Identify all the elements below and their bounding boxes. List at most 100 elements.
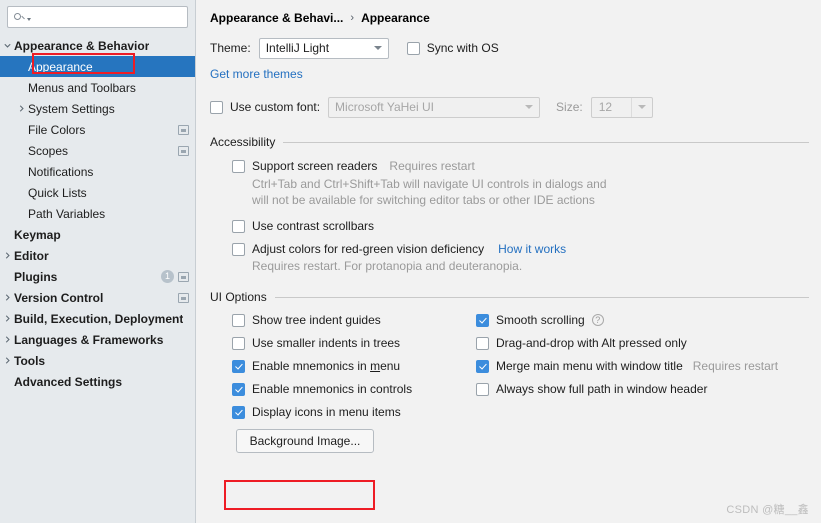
breadcrumb-current: Appearance <box>361 11 430 25</box>
smooth-scrolling-checkbox[interactable] <box>476 313 489 327</box>
use-smaller-indents-in-trees-checkbox[interactable] <box>232 336 245 350</box>
project-scope-icon[interactable] <box>178 145 189 156</box>
screen-readers-description-line1: Ctrl+Tab and Ctrl+Shift+Tab will navigat… <box>252 177 607 191</box>
search-icon <box>13 11 26 24</box>
ui-options-section-header: UI Options <box>210 289 809 305</box>
sync-with-os-row[interactable]: Sync with OS <box>406 41 499 55</box>
support-screen-readers-checkbox[interactable] <box>232 159 245 173</box>
sidebar-item-label: Appearance <box>28 59 93 74</box>
show-tree-indent-guides-checkbox[interactable] <box>232 313 245 327</box>
custom-font-select[interactable]: Microsoft YaHei UI <box>328 96 541 118</box>
enable-mnemonics-in-controls-checkbox[interactable] <box>232 382 245 396</box>
enable-mnemonics-in-menu-checkbox[interactable] <box>232 359 245 373</box>
help-icon[interactable]: ? <box>591 314 604 326</box>
contrast-scrollbars-checkbox[interactable] <box>232 219 245 233</box>
sidebar-item-label: Appearance & Behavior <box>14 38 150 53</box>
project-scope-icon[interactable] <box>178 271 189 282</box>
how-it-works-link[interactable]: How it works <box>498 242 566 256</box>
chevron-right-icon[interactable] <box>0 293 14 302</box>
sidebar-item-tools[interactable]: Tools <box>0 350 195 371</box>
font-size-select[interactable]: 12 <box>590 96 653 118</box>
sidebar-item-label: System Settings <box>28 101 115 116</box>
sidebar-item-languages-frameworks[interactable]: Languages & Frameworks <box>0 329 195 350</box>
chevron-right-icon[interactable] <box>14 104 28 113</box>
background-image-button[interactable]: Background Image... <box>236 429 374 453</box>
chevron-right-icon[interactable] <box>0 314 14 323</box>
breadcrumb: Appearance & Behavi... › Appearance <box>210 0 809 31</box>
sidebar-item-file-colors[interactable]: File Colors <box>0 119 195 140</box>
sidebar-item-label: Editor <box>14 248 49 263</box>
chevron-right-icon[interactable] <box>0 356 14 365</box>
settings-dialog: Appearance & Behavior Appearance Menus and… <box>0 0 821 523</box>
get-more-themes-link[interactable]: Get more themes <box>210 67 303 81</box>
project-scope-icon[interactable] <box>178 292 189 303</box>
sidebar-item-label: Menus and Toolbars <box>28 80 136 95</box>
font-size-select-value: 12 <box>598 100 613 114</box>
merge-main-menu-with-window-title-checkbox[interactable] <box>476 359 489 373</box>
sidebar-item-appearance-behavior[interactable]: Appearance & Behavior <box>0 35 195 56</box>
theme-select[interactable]: IntelliJ Light <box>258 37 389 59</box>
background-image-row: Background Image... <box>210 429 809 453</box>
sidebar-item-build-execution-deployment[interactable]: Build, Execution, Deployment <box>0 308 195 329</box>
custom-font-select-value: Microsoft YaHei UI <box>335 100 434 114</box>
support-screen-readers-label: Support screen readers <box>252 159 378 173</box>
sync-with-os-label: Sync with OS <box>426 41 499 55</box>
always-show-full-path-in-window-header-row[interactable]: Always show full path in window header <box>476 382 809 396</box>
display-icons-in-menu-items-checkbox[interactable] <box>232 405 245 419</box>
enable-mnemonics-in-controls-row[interactable]: Enable mnemonics in controls <box>232 382 476 396</box>
chevron-down-icon <box>519 105 539 109</box>
screen-readers-description-line2: will not be available for switching edit… <box>252 193 595 207</box>
sidebar-item-keymap[interactable]: Keymap <box>0 224 195 245</box>
sidebar-item-version-control[interactable]: Version Control <box>0 287 195 308</box>
chevron-down-icon[interactable] <box>0 41 14 50</box>
sidebar-item-plugins[interactable]: Plugins 1 <box>0 266 195 287</box>
get-more-themes-row: Get more themes <box>210 66 809 82</box>
show-tree-indent-guides-row[interactable]: Show tree indent guides <box>232 313 476 327</box>
sidebar-item-label: Languages & Frameworks <box>14 332 164 347</box>
sidebar-item-quick-lists[interactable]: Quick Lists <box>0 182 195 203</box>
sidebar-item-label: Quick Lists <box>28 185 87 200</box>
contrast-scrollbars-row[interactable]: Use contrast scrollbars <box>210 219 809 233</box>
section-divider <box>283 141 809 143</box>
breadcrumb-parent[interactable]: Appearance & Behavi... <box>210 11 343 25</box>
drag-and-drop-with-alt-pressed-only-row[interactable]: Drag-and-drop with Alt pressed only <box>476 336 809 350</box>
sidebar-item-notifications[interactable]: Notifications <box>0 161 195 182</box>
use-smaller-indents-in-trees-label: Use smaller indents in trees <box>252 336 401 350</box>
sidebar-item-label: Tools <box>14 353 46 368</box>
always-show-full-path-in-window-header-checkbox[interactable] <box>476 382 489 396</box>
smooth-scrolling-row[interactable]: Smooth scrolling? <box>476 313 809 327</box>
sidebar-item-label: Build, Execution, Deployment <box>14 311 184 326</box>
sidebar-item-path-variables[interactable]: Path Variables <box>0 203 195 224</box>
support-screen-readers-note: Requires restart <box>389 159 475 173</box>
drag-and-drop-with-alt-pressed-only-checkbox[interactable] <box>476 336 489 350</box>
sidebar-item-menus-and-toolbars[interactable]: Menus and Toolbars <box>0 77 195 98</box>
settings-sidebar: Appearance & Behavior Appearance Menus and… <box>0 0 196 523</box>
merge-main-menu-with-window-title-row[interactable]: Merge main menu with window title Require… <box>476 359 809 373</box>
search-input[interactable] <box>31 9 194 25</box>
red-green-label: Adjust colors for red-green vision defic… <box>252 242 485 256</box>
project-scope-icon[interactable] <box>178 124 189 135</box>
support-screen-readers-row[interactable]: Support screen readers Requires restart <box>210 159 809 173</box>
contrast-scrollbars-label: Use contrast scrollbars <box>252 219 375 233</box>
chevron-right-icon[interactable] <box>0 251 14 260</box>
use-custom-font-checkbox[interactable] <box>210 100 223 114</box>
sidebar-item-label: Version Control <box>14 290 104 305</box>
use-smaller-indents-in-trees-row[interactable]: Use smaller indents in trees <box>232 336 476 350</box>
sync-with-os-checkbox[interactable] <box>406 41 420 55</box>
search-box[interactable] <box>7 6 194 28</box>
use-custom-font-label: Use custom font: <box>230 100 321 114</box>
red-green-checkbox[interactable] <box>232 242 245 256</box>
sidebar-item-scopes[interactable]: Scopes <box>0 140 195 161</box>
display-icons-in-menu-items-row[interactable]: Display icons in menu items <box>232 405 476 419</box>
red-green-row[interactable]: Adjust colors for red-green vision defic… <box>210 242 809 256</box>
chevron-down-icon <box>368 46 388 50</box>
chevron-right-icon[interactable] <box>0 335 14 344</box>
use-custom-font-row[interactable]: Use custom font: <box>210 100 320 114</box>
sidebar-item-system-settings[interactable]: System Settings <box>0 98 195 119</box>
always-show-full-path-in-window-header-label: Always show full path in window header <box>496 382 708 396</box>
enable-mnemonics-in-menu-row[interactable]: Enable mnemonics in menu <box>232 359 476 373</box>
sidebar-item-advanced-settings[interactable]: Advanced Settings <box>0 371 195 392</box>
sidebar-row-icons <box>178 119 189 140</box>
sidebar-item-editor[interactable]: Editor <box>0 245 195 266</box>
sidebar-item-appearance[interactable]: Appearance <box>0 56 195 77</box>
